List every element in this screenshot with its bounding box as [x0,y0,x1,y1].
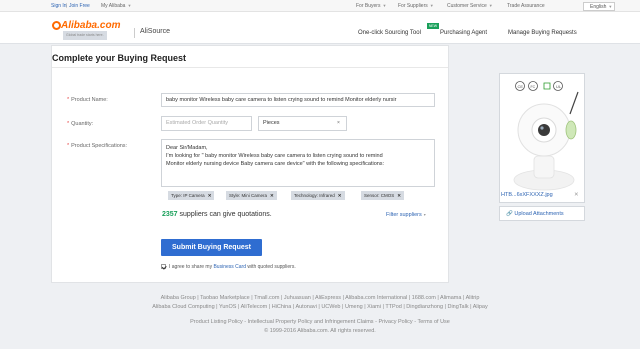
specifications-label: * Product Specifications: [67,143,128,149]
upload-icon: 🔗 [506,211,513,217]
remove-icon[interactable]: ✕ [397,193,401,198]
for-buyers-menu[interactable]: For Buyers ▼ [356,3,386,9]
nav-one-click-sourcing[interactable]: One-click Sourcing Tool [358,30,421,36]
specifications-textarea[interactable]: Dear Sir/Madam, I'm looking for " baby m… [161,139,435,187]
remove-icon[interactable]: ✕ [208,193,212,198]
remove-icon[interactable]: ✕ [270,193,274,198]
footer-links-line2[interactable]: Alibaba Cloud Computing | YunOS | AliTel… [0,304,640,310]
alibaba-logo[interactable]: Alibaba.com Global trade starts here. [52,20,128,40]
certification-icons: CE FC UL [515,81,563,91]
footer-links-line1[interactable]: Alibaba Group | Taobao Marketplace | Tma… [0,295,640,301]
remove-attachment-icon[interactable]: ✕ [574,192,579,198]
svg-text:FC: FC [531,85,536,89]
my-alibaba-menu[interactable]: My Alibaba ▼ [101,3,131,9]
svg-text:UL: UL [556,84,562,89]
alisource-title: AliSource [140,28,170,35]
for-suppliers-menu[interactable]: For Suppliers ▼ [398,3,434,9]
attachment-file-link[interactable]: HTB...6xXFXXXZ.jpg [501,192,553,198]
top-bar: Sign In | Join Free My Alibaba ▼ For Buye… [0,0,640,12]
sign-in-link[interactable]: Sign In [51,3,67,9]
business-card-link[interactable]: Business Card [213,264,246,270]
agree-checkbox-row: I agree to share my Business Card with q… [161,264,296,270]
chevron-down-icon: ▼ [488,3,493,8]
trade-assurance-link[interactable]: Trade Assurance [507,3,545,9]
remove-icon[interactable]: ✕ [338,193,342,198]
svg-text:CE: CE [518,84,524,89]
logo-text: Alibaba.com [61,20,121,31]
filter-suppliers-link[interactable]: Filter suppliers ▾ [386,212,426,218]
chevron-down-icon: ▼ [608,4,613,9]
footer-copyright: © 1999-2016 Alibaba.com. All rights rese… [264,328,376,334]
unit-select[interactable]: Pieces [258,116,347,131]
quantity-input[interactable]: Estimated Order Quantity [161,116,252,131]
spec-line: I'm looking for " baby monitor Wireless … [166,153,383,159]
footer-policy-links[interactable]: Product Listing Policy - Intellectual Pr… [0,319,640,325]
upload-attachments-button[interactable]: 🔗 Upload Attachments [499,206,585,221]
spec-line: Monitor elderly nursing device Baby came… [166,161,385,167]
divider: | [66,3,68,9]
alibaba-logo-icon [52,21,61,30]
chevron-down-icon: ▼ [382,3,387,8]
product-image: CE FC UL [513,81,579,191]
card-header: Complete your Buying Request [52,46,448,68]
supplier-count: 2357 suppliers can give quotations. [162,211,272,218]
spec-line: Dear Sir/Madam, [166,145,208,151]
baby-camera-drawing [513,91,579,191]
spec-tag[interactable]: Sensor: CMOS ✕ [361,191,405,200]
language-select[interactable]: English ▼ [583,2,615,11]
spec-tag[interactable]: Type: IP Camera ✕ [168,191,215,200]
chevron-down-icon: ▾ [423,212,426,217]
submit-buying-request-button[interactable]: Submit Buying Request [161,239,262,256]
customer-service-menu[interactable]: Customer Service ▼ [447,3,493,9]
logo-tagline: Global trade starts here. [63,31,107,40]
new-badge: NEW [427,23,439,29]
product-name-input[interactable]: baby monitor Wireless baby care camera t… [161,93,435,107]
site-header: Alibaba.com Global trade starts here. Al… [0,12,640,44]
clear-icon[interactable]: × [337,120,340,126]
join-free-link[interactable]: Join Free [69,3,90,9]
spec-tag[interactable]: Style: Mini Camera ✕ [226,191,277,200]
quantity-label: * Quantity: [67,121,94,127]
agree-checkbox[interactable] [161,264,166,270]
divider [134,28,135,38]
spec-tag[interactable]: Technology: Infrared ✕ [291,191,345,200]
nav-manage-buying-requests[interactable]: Manage Buying Requests [508,30,577,36]
attachment-preview: CE FC UL [499,73,585,203]
chevron-down-icon: ▼ [429,3,434,8]
chevron-down-icon: ▼ [127,3,132,8]
nav-purchasing-agent[interactable]: Purchasing Agent [440,30,487,36]
page-title: Complete your Buying Request [52,53,187,63]
product-name-label: * Product Name: [67,97,108,103]
